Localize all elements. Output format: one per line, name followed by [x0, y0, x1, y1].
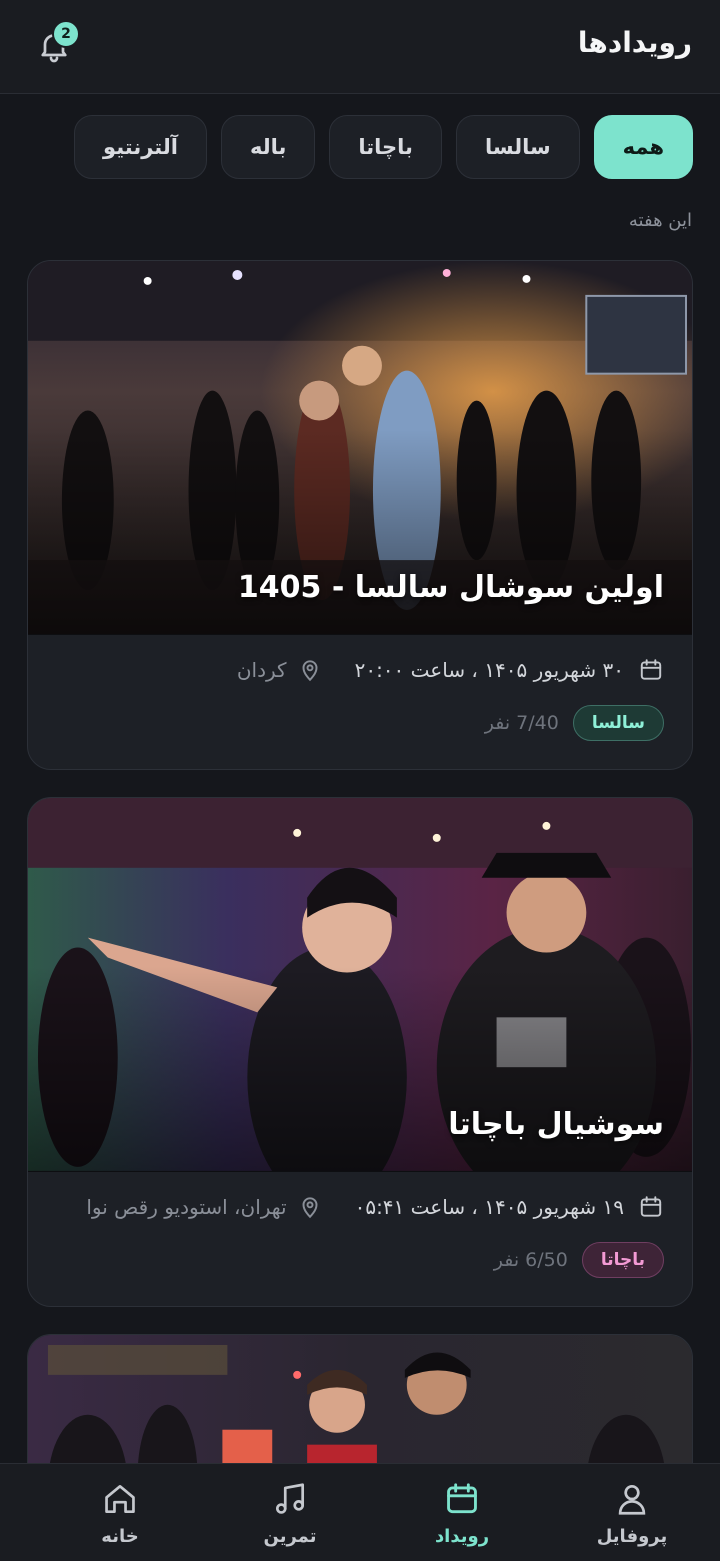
event-location: تهران، استودیو رقص نوا — [86, 1194, 322, 1220]
location-pin-icon — [302, 660, 318, 682]
event-photo: اولین سوشال سالسا - 1405 — [28, 261, 692, 635]
calendar-icon — [447, 1483, 477, 1514]
nav-practice[interactable]: تمرین — [220, 1480, 360, 1547]
notification-badge: 2 — [52, 20, 80, 48]
nav-profile[interactable]: پروفایل — [562, 1480, 702, 1547]
nav-practice-label: تمرین — [263, 1526, 317, 1547]
calendar-icon — [640, 1196, 662, 1217]
filter-chip-ballet[interactable]: باله — [220, 115, 316, 179]
event-footer: سالسا 7/40 نفر — [485, 705, 664, 741]
event-card[interactable]: سوشیال باچاتا ۱۹ شهریور ۱۴۰۵ ، ساعت ۰۵:۴… — [27, 797, 693, 1307]
event-card[interactable]: اولین سوشال سالسا - 1405 ۳۰ شهریور ۱۴۰۵ … — [27, 260, 693, 770]
event-location: کردان — [237, 657, 323, 683]
event-location-text: تهران، استودیو رقص نوا — [86, 1195, 287, 1219]
event-category-tag: سالسا — [572, 705, 664, 741]
page-title: رویدادها — [577, 26, 692, 59]
filter-chip-alternative[interactable]: آلترنتیو — [74, 115, 207, 179]
location-pin-icon — [302, 1197, 318, 1219]
event-title: اولین سوشال سالسا - 1405 — [237, 570, 664, 605]
event-location-text: کردان — [236, 658, 287, 682]
event-meta: ۳۰ شهریور ۱۴۰۵ ، ساعت ۲۰:۰۰ کردان — [237, 657, 664, 683]
section-label-this-week: این هفته — [628, 210, 692, 231]
bottom-navigation: پروفایل رویداد تمرین خانه — [0, 1463, 720, 1561]
nav-home-label: خانه — [101, 1526, 139, 1547]
home-icon — [105, 1484, 135, 1514]
nav-events-label: رویداد — [434, 1526, 490, 1547]
event-capacity: 7/40 نفر — [484, 712, 559, 734]
calendar-icon — [640, 659, 662, 680]
filter-chip-salsa[interactable]: سالسا — [455, 115, 580, 179]
filter-chip-all[interactable]: همه — [593, 115, 693, 179]
event-photo: سوشیال باچاتا — [28, 798, 692, 1172]
event-datetime: ۳۰ شهریور ۱۴۰۵ ، ساعت ۲۰:۰۰ — [354, 658, 624, 682]
event-datetime: ۱۹ شهریور ۱۴۰۵ ، ساعت ۰۵:۴۱ — [354, 1195, 624, 1219]
event-title: سوشیال باچاتا — [448, 1107, 664, 1142]
app-header: رویدادها 2 — [0, 0, 720, 94]
event-category-tag: باچاتا — [581, 1242, 664, 1278]
event-meta: ۱۹ شهریور ۱۴۰۵ ، ساعت ۰۵:۴۱ تهران، استود… — [86, 1194, 664, 1220]
user-icon — [618, 1484, 646, 1515]
event-footer: باچاتا 6/50 نفر — [494, 1242, 664, 1278]
music-note-icon — [275, 1483, 305, 1514]
category-filter-bar: همه سالسا باچاتا باله آلترنتیو — [74, 115, 693, 179]
filter-chip-bachata[interactable]: باچاتا — [329, 115, 442, 179]
nav-profile-label: پروفایل — [596, 1526, 668, 1547]
nav-events[interactable]: رویداد — [392, 1480, 532, 1547]
nav-home[interactable]: خانه — [50, 1480, 190, 1547]
event-capacity: 6/50 نفر — [493, 1249, 568, 1271]
